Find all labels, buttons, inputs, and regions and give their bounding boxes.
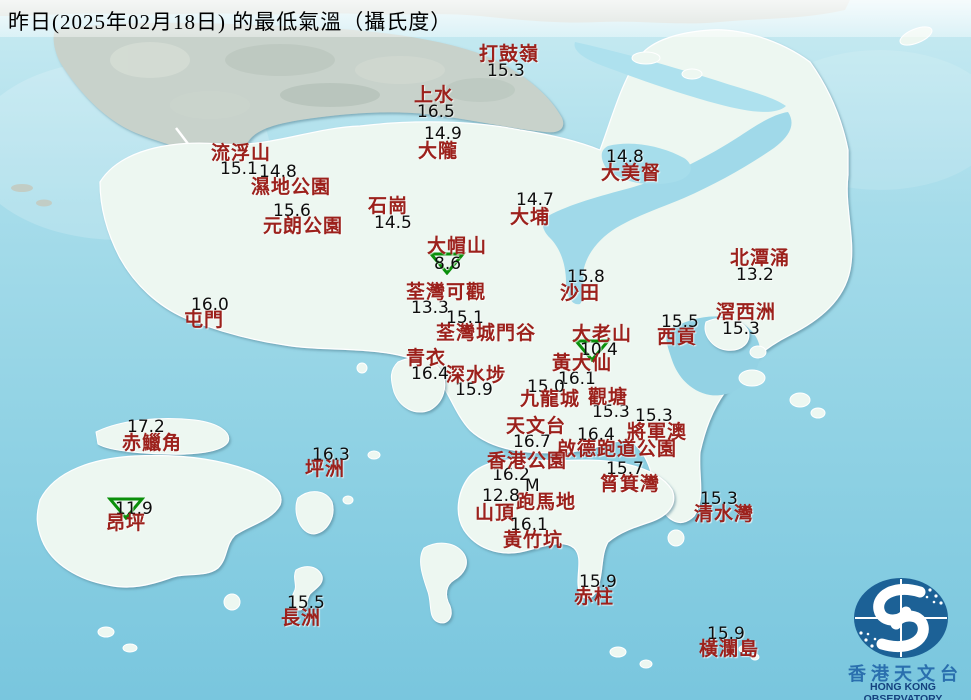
station-name-label: 赤鱲角 <box>122 433 183 454</box>
station-name-label: 上水 <box>414 85 455 106</box>
station-value: 8.6 <box>434 254 462 274</box>
station-name-label: 屯門 <box>184 310 225 331</box>
station-name-label: 打鼓嶺 <box>479 44 540 65</box>
station-name-label: 坪洲 <box>305 459 346 480</box>
station-value: 15.3 <box>722 319 760 339</box>
station-name-label: 沙田 <box>560 283 601 304</box>
station-name-label: 大帽山 <box>427 236 488 257</box>
station-name-label: 長洲 <box>281 608 322 629</box>
station-name-label: 清水灣 <box>694 504 755 525</box>
station-name-label: 啟德跑道公園 <box>557 439 678 460</box>
station-name-label: 黃竹坑 <box>503 530 564 551</box>
station-name-label: 大隴 <box>418 141 459 162</box>
station-name-label: 山頂 <box>475 503 516 524</box>
station-value: 13.2 <box>736 265 774 285</box>
station-name-label: 深水埗 <box>446 365 507 386</box>
station-name-label: 天文台 <box>506 416 567 437</box>
station-name-label: 筲箕灣 <box>600 474 661 495</box>
station-value: 16.5 <box>417 102 455 122</box>
station-name-label: 滘西洲 <box>716 302 777 323</box>
station-name-label: 黃大仙 <box>552 353 613 374</box>
station-name-label: 橫瀾島 <box>699 639 760 660</box>
station-name-label: 流浮山 <box>211 143 272 164</box>
station-labels-layer: 15.3 打鼓嶺 16.5 上水 14.9 大隴 15.1 流浮山 14.8 濕地公園 15.6 元朗… <box>0 0 971 700</box>
station-name-label: 跑馬地 <box>516 492 577 513</box>
page-title: 昨日(2025年02月18日) 的最低氣溫（攝氏度） <box>8 10 453 34</box>
station-name-label: 昂坪 <box>106 513 147 534</box>
station-name-label: 西貢 <box>657 327 698 348</box>
station-name-label: 大美督 <box>601 163 662 184</box>
station-name-label: 荃灣可觀 <box>406 282 487 303</box>
station-name-label: 荃灣城門谷 <box>436 323 537 344</box>
title-band: 昨日(2025年02月18日) 的最低氣溫（攝氏度） <box>0 0 971 37</box>
station-value: 15.3 <box>487 61 525 81</box>
station-name-label: 青衣 <box>406 348 447 369</box>
hko-min-temp-map: 15.3 打鼓嶺 16.5 上水 14.9 大隴 15.1 流浮山 14.8 濕地公園 15.6 元朗… <box>0 0 971 700</box>
hko-logo-english: HONG KONG OBSERVATORY <box>863 681 943 700</box>
station-name-label: 觀塘 <box>588 387 629 408</box>
station-name-label: 香港公園 <box>487 451 568 472</box>
hko-logo: 香港天文台 HONG KONG OBSERVATORY <box>838 578 968 700</box>
station-name-label: 九龍城 <box>520 389 581 410</box>
station-name-label: 濕地公園 <box>251 177 332 198</box>
station-name-label: 大埔 <box>510 207 551 228</box>
station-name-label: 大老山 <box>572 324 633 345</box>
station-name-label: 北潭涌 <box>730 248 791 269</box>
station-value: 14.5 <box>374 213 412 233</box>
station-name-label: 石崗 <box>368 196 409 217</box>
station-name-label: 赤柱 <box>574 587 615 608</box>
station-name-label: 元朗公園 <box>263 216 344 237</box>
